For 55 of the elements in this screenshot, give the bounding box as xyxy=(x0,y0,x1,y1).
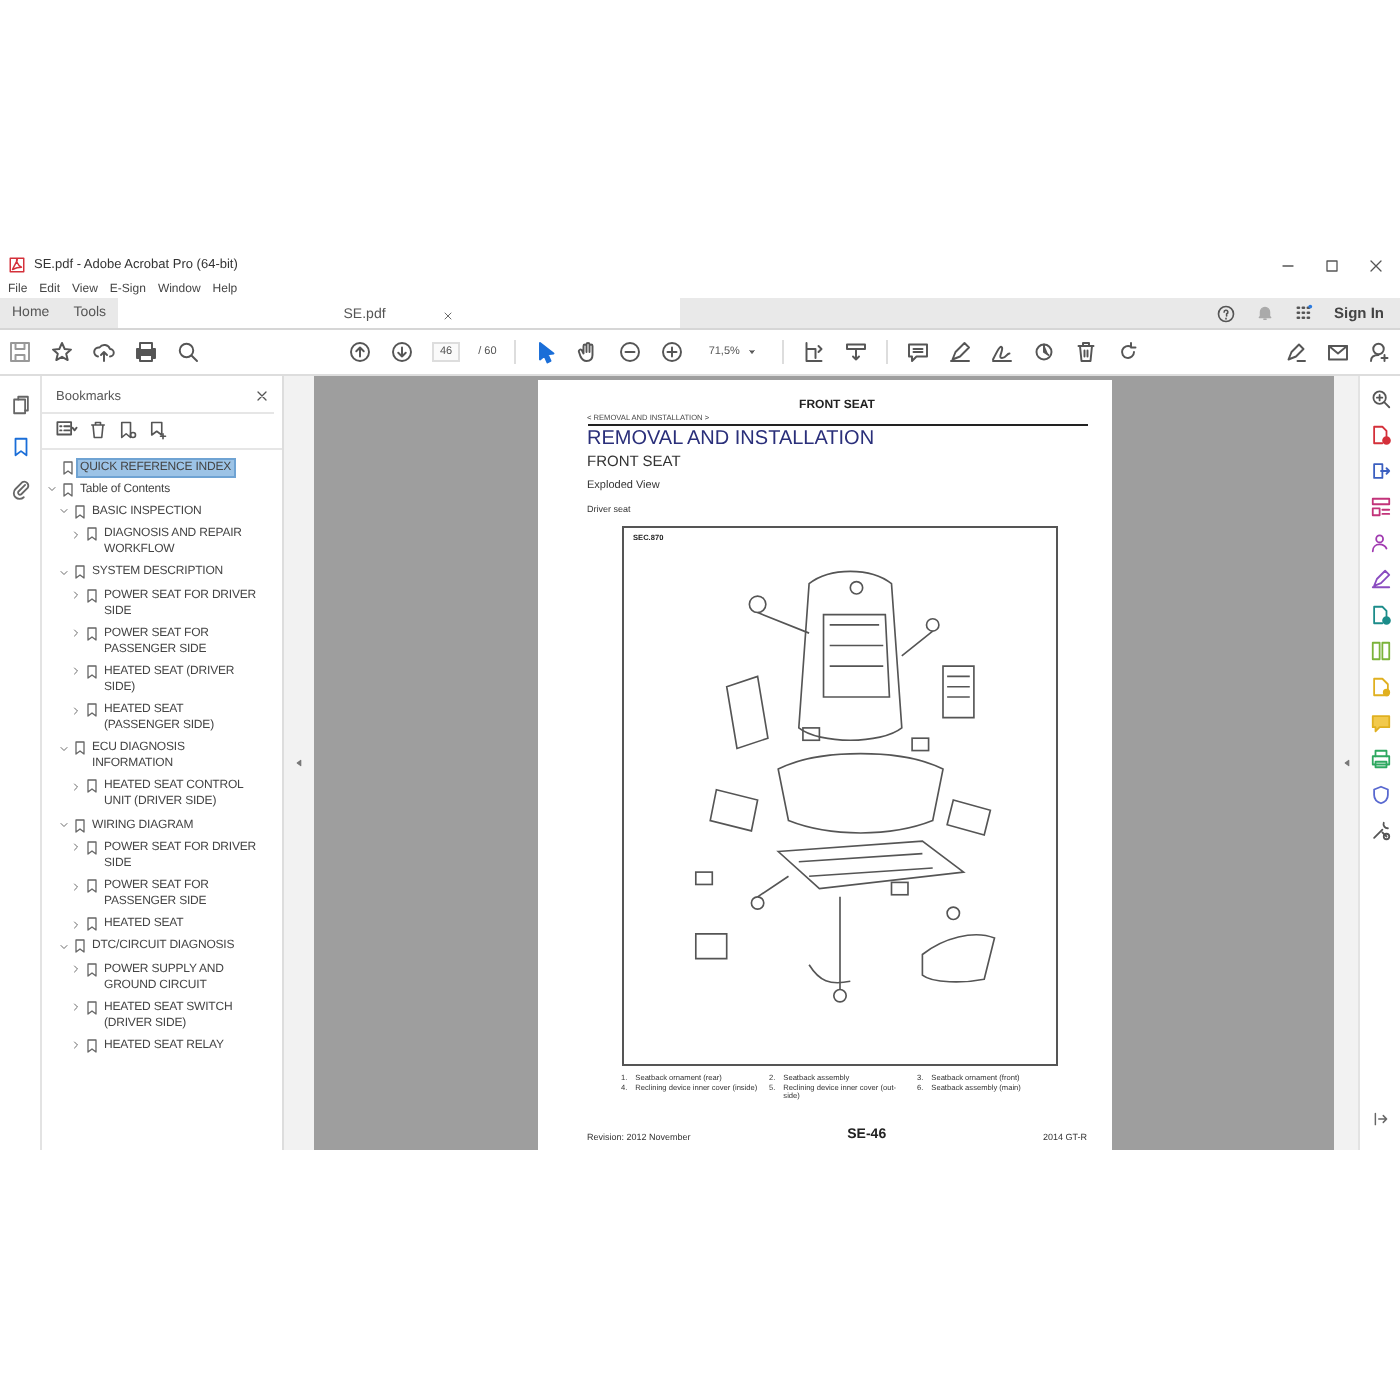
rotate-icon[interactable] xyxy=(1115,340,1140,364)
paperclip-icon[interactable] xyxy=(9,478,31,500)
bookmark-icon[interactable] xyxy=(84,663,100,680)
caret-icon[interactable] xyxy=(745,346,758,358)
acrobat-logo-icon xyxy=(8,256,26,274)
bookmark-icon[interactable] xyxy=(84,625,100,642)
new-bookmark-icon[interactable] xyxy=(118,419,138,439)
print-icon[interactable] xyxy=(134,340,158,364)
bookmark-icon[interactable] xyxy=(84,999,100,1016)
bookmark-icon[interactable] xyxy=(84,878,100,895)
bookmark-icon[interactable] xyxy=(9,436,31,458)
fit-page-icon[interactable] xyxy=(801,340,826,364)
star-icon[interactable] xyxy=(50,340,74,364)
close-icon[interactable] xyxy=(441,309,454,321)
page-title: REMOVAL AND INSTALLATION xyxy=(587,428,877,450)
maximize-icon[interactable] xyxy=(1324,257,1340,273)
bookmark-icon[interactable] xyxy=(84,778,100,795)
help-icon[interactable] xyxy=(1216,303,1236,323)
fill-sign-icon[interactable] xyxy=(1284,340,1308,364)
layout-icon[interactable] xyxy=(1369,496,1391,518)
previous-page-icon[interactable] xyxy=(348,340,372,364)
tools-icon[interactable] xyxy=(1369,820,1391,842)
pen-icon[interactable] xyxy=(1369,568,1391,590)
zoom-search-icon[interactable] xyxy=(1369,388,1391,410)
bookmark-icon[interactable] xyxy=(84,1037,100,1054)
expand-panel-icon[interactable] xyxy=(1371,1110,1389,1128)
comment-icon[interactable] xyxy=(905,340,930,364)
next-page-icon[interactable] xyxy=(390,340,414,364)
bookmark-icon[interactable] xyxy=(84,702,100,719)
close-icon[interactable] xyxy=(1368,257,1384,273)
bookmark-icon[interactable] xyxy=(72,740,88,757)
pen-icon[interactable] xyxy=(947,340,972,364)
zoom-in-icon[interactable] xyxy=(660,340,685,364)
add-user-icon[interactable] xyxy=(1368,340,1392,364)
apps-grid-icon[interactable] xyxy=(1294,303,1314,323)
close-icon[interactable] xyxy=(254,388,270,404)
delete-icon[interactable] xyxy=(1073,340,1098,364)
export-icon[interactable] xyxy=(1369,460,1391,482)
printer-icon[interactable] xyxy=(1369,748,1391,770)
search-icon[interactable] xyxy=(176,340,200,364)
options-menu-icon[interactable] xyxy=(56,418,78,440)
signature-icon[interactable] xyxy=(989,340,1014,364)
pages-icon[interactable] xyxy=(9,394,31,416)
select-cursor-icon[interactable] xyxy=(534,340,559,364)
save-icon[interactable] xyxy=(8,340,32,364)
compare-icon[interactable] xyxy=(1369,640,1391,662)
mail-icon[interactable] xyxy=(1326,340,1350,364)
shield-icon[interactable] xyxy=(1369,784,1391,806)
collapse-panel-icon[interactable] xyxy=(1339,756,1353,770)
cloud-upload-icon[interactable] xyxy=(92,340,116,364)
collapse-panel-icon[interactable] xyxy=(292,756,306,770)
delete-icon[interactable] xyxy=(88,419,108,439)
scroll-mode-icon[interactable] xyxy=(843,340,868,364)
zoom-out-icon[interactable] xyxy=(618,340,643,364)
add-bookmark-icon[interactable] xyxy=(148,419,168,439)
